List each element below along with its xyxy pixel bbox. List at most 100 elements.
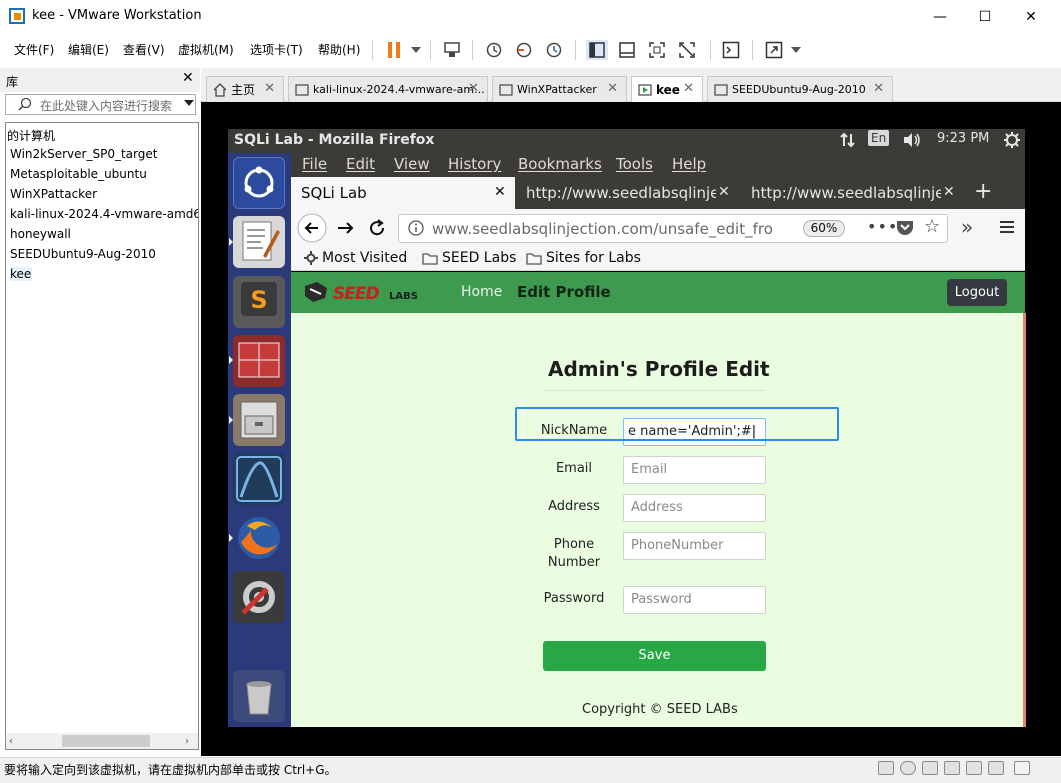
site-info-icon[interactable] — [408, 220, 424, 236]
bookmark-most-visited[interactable]: Most Visited — [304, 250, 407, 266]
stretch-guest-icon[interactable] — [763, 40, 785, 60]
nav-edit-profile-link[interactable]: Edit Profile — [517, 283, 611, 301]
display-icon[interactable] — [988, 761, 1004, 775]
snapshot-manager-icon[interactable] — [543, 40, 565, 60]
console-view-icon[interactable] — [720, 40, 742, 60]
hamburger-menu-icon[interactable] — [999, 220, 1015, 234]
zoom-indicator[interactable]: 60% — [803, 220, 845, 237]
library-item-seedubuntu[interactable]: SEEDUbuntu9-Aug-2010 — [10, 247, 198, 261]
clock[interactable]: 9:23 PM — [937, 131, 989, 146]
ff-tab-sqli-lab[interactable]: SQLi Lab — [291, 177, 515, 209]
ff-tab-close-icon[interactable]: ✕ — [943, 184, 955, 200]
tab-kee[interactable]: kee ✕ — [631, 76, 703, 103]
bookmark-seed-labs[interactable]: SEED Labs — [422, 250, 516, 266]
email-input[interactable]: Email — [623, 456, 766, 484]
system-settings-icon[interactable] — [233, 571, 285, 623]
trash-icon[interactable] — [233, 670, 285, 722]
reload-icon[interactable] — [368, 219, 386, 237]
search-dropdown-icon[interactable] — [184, 100, 194, 106]
tab-seedubuntu[interactable]: SEEDUbuntu9-Aug-2010 ✕ — [707, 76, 893, 102]
library-item-kali-linux[interactable]: kali-linux-2024.4-vmware-amd64 — [10, 207, 198, 221]
ff-menu-view[interactable]: View — [394, 155, 430, 173]
ff-menu-tools[interactable]: Tools — [616, 155, 653, 173]
pause-icon[interactable] — [383, 40, 405, 60]
tab-close-icon[interactable]: ✕ — [264, 81, 275, 96]
close-window-button[interactable]: ✕ — [1008, 0, 1054, 33]
revert-snapshot-icon[interactable] — [513, 40, 535, 60]
phone-input[interactable]: PhoneNumber — [623, 532, 766, 560]
scroll-right-icon[interactable]: › — [185, 736, 189, 747]
ff-tab-close-icon[interactable]: ✕ — [718, 184, 730, 200]
library-item-metasploitable[interactable]: Metasploitable_ubuntu — [10, 167, 198, 181]
send-ctrl-alt-del-icon[interactable] — [441, 40, 463, 60]
ff-tab-seedlab-2[interactable]: http://www.seedlabsqlinje — [741, 177, 941, 209]
menu-view[interactable]: 查看(V) — [123, 41, 165, 58]
network-icon[interactable] — [839, 131, 857, 149]
menu-tabs[interactable]: 选项卡(T) — [250, 41, 303, 58]
new-tab-icon[interactable]: + — [974, 179, 992, 204]
tab-kali-linux[interactable]: kali-linux-2024.4-vmware-am... ✕ — [288, 76, 488, 102]
stretch-dropdown-icon[interactable] — [785, 40, 807, 60]
show-library-icon[interactable] — [586, 40, 608, 60]
forward-button-icon[interactable] — [336, 219, 354, 237]
pause-dropdown-icon[interactable] — [405, 40, 427, 60]
ff-menu-history[interactable]: History — [448, 155, 501, 173]
tab-close-icon[interactable]: ✕ — [873, 81, 884, 96]
ff-menu-help[interactable]: Help — [672, 155, 706, 173]
file-cabinet-icon[interactable] — [233, 394, 285, 446]
volume-icon[interactable] — [902, 132, 922, 148]
firefox-icon[interactable] — [233, 512, 285, 564]
pocket-icon[interactable] — [896, 219, 914, 236]
hard-disk-icon[interactable] — [878, 761, 894, 775]
menu-edit[interactable]: 编辑(E) — [68, 41, 109, 58]
seed-labs-logo[interactable]: SEED LABS — [303, 280, 423, 306]
wireshark-icon[interactable] — [233, 453, 285, 505]
keyboard-layout-indicator[interactable]: En — [868, 130, 890, 146]
cd-drive-icon[interactable] — [900, 761, 916, 775]
library-item-winxpattacker[interactable]: WinXPattacker — [10, 187, 198, 201]
minimize-button[interactable]: — — [917, 0, 963, 33]
logout-button[interactable]: Logout — [947, 279, 1007, 306]
scroll-left-icon[interactable]: ‹ — [9, 736, 13, 747]
text-editor-icon[interactable] — [233, 216, 285, 268]
library-item-honeywall[interactable]: honeywall — [10, 227, 198, 241]
network-adapter-icon[interactable] — [922, 761, 938, 775]
unity-mode-icon[interactable] — [676, 40, 698, 60]
tab-home[interactable]: 主页 ✕ — [206, 76, 284, 102]
full-screen-icon[interactable] — [646, 40, 668, 60]
session-gear-icon[interactable] — [1003, 131, 1021, 149]
snapshot-icon[interactable] — [483, 40, 505, 60]
ff-menu-file[interactable]: File — [302, 155, 327, 173]
overflow-menu-icon[interactable]: » — [961, 215, 973, 239]
menu-help[interactable]: 帮助(H) — [318, 41, 360, 58]
save-button[interactable]: Save — [543, 641, 766, 671]
password-input[interactable]: Password — [623, 586, 766, 614]
menu-file[interactable]: 文件(F) — [14, 41, 54, 58]
bookmark-sites-for-labs[interactable]: Sites for Labs — [526, 250, 641, 266]
usb-device-icon[interactable] — [944, 761, 960, 775]
page-actions-icon[interactable]: ••• — [867, 217, 898, 236]
library-close-icon[interactable]: ✕ — [182, 70, 194, 86]
ff-menu-edit[interactable]: Edit — [346, 155, 375, 173]
nav-home-link[interactable]: Home — [461, 284, 502, 300]
terminator-icon[interactable] — [233, 335, 285, 387]
library-item-kee[interactable]: kee — [10, 267, 32, 281]
address-input[interactable]: Address — [623, 494, 766, 522]
tab-close-icon[interactable]: ✕ — [468, 81, 479, 96]
sound-card-icon[interactable] — [966, 761, 982, 775]
tab-close-icon[interactable]: ✕ — [683, 81, 694, 96]
ff-menu-bookmarks[interactable]: Bookmarks — [518, 155, 602, 173]
thumbnail-bar-icon[interactable] — [616, 40, 638, 60]
tab-close-icon[interactable]: ✕ — [607, 81, 618, 96]
ff-tab-seedlab-1[interactable]: http://www.seedlabsqlinje — [516, 177, 716, 209]
ff-tab-close-icon[interactable]: ✕ — [494, 184, 506, 200]
back-button-icon[interactable] — [297, 213, 327, 243]
menu-vm[interactable]: 虚拟机(M) — [178, 41, 234, 58]
ubuntu-dash-icon[interactable] — [233, 157, 285, 209]
library-item-win2kserver[interactable]: Win2kServer_SP0_target — [10, 147, 198, 161]
tab-winxpattacker[interactable]: WinXPattacker ✕ — [492, 76, 627, 102]
url-text[interactable]: www.seedlabsqlinjection.com/unsafe_edit_… — [432, 220, 772, 238]
library-scrollbar-thumb[interactable] — [62, 735, 150, 747]
bookmark-star-icon[interactable]: ☆ — [924, 216, 940, 237]
library-item-my-computer[interactable]: 的计算机 — [7, 127, 195, 144]
